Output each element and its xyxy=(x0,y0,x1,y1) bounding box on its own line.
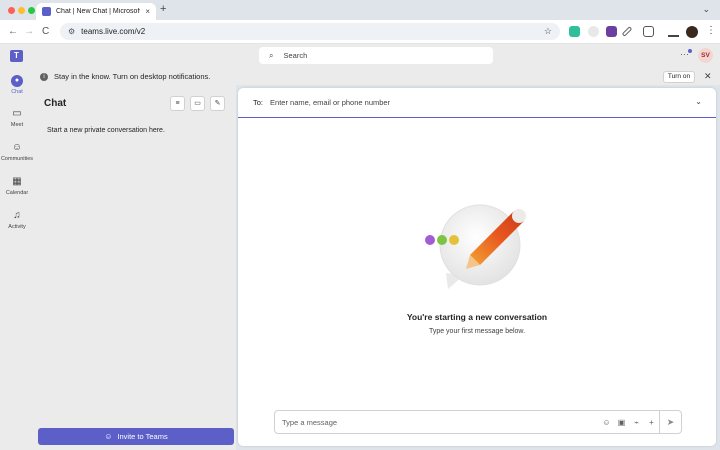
message-input[interactable] xyxy=(282,417,599,427)
meet-now-button[interactable]: ▭ xyxy=(190,96,205,111)
browser-menu-icon[interactable]: ⋮ xyxy=(706,25,716,36)
window-minimize-button[interactable] xyxy=(18,7,25,14)
extension-badge-icon[interactable] xyxy=(606,26,617,37)
conversation-pane: To: ⌄ You're starting a new conversation… xyxy=(238,88,716,446)
dot-green xyxy=(437,235,447,245)
add-icon[interactable]: + xyxy=(644,418,659,427)
new-tab-button[interactable]: + xyxy=(160,3,166,15)
chat-icon: ● xyxy=(11,75,23,87)
download-icon[interactable] xyxy=(668,26,679,37)
address-bar[interactable]: ⚙ teams.live.com/v2 ☆ xyxy=(60,23,560,40)
extensions-puzzle-icon[interactable] xyxy=(643,26,654,37)
new-chat-button[interactable]: ✎ xyxy=(210,96,225,111)
teams-logo-icon: T xyxy=(10,50,23,62)
to-label: To: xyxy=(253,98,264,107)
browser-tab-bar: Chat | New Chat | Microsoft T × + ⌄ xyxy=(0,0,720,20)
bell-icon: ♫ xyxy=(13,210,21,221)
pencil-eraser xyxy=(512,209,526,223)
rail-item-communities[interactable]: ☺ Communities xyxy=(0,142,34,162)
rail-item-activity[interactable]: ♫ Activity xyxy=(0,210,34,230)
dot-purple xyxy=(425,235,435,245)
rail-item-label: Meet xyxy=(10,122,24,128)
attach-icon[interactable]: ⌁ xyxy=(629,418,644,427)
invite-to-teams-button[interactable]: ☺ Invite to Teams xyxy=(38,428,234,445)
rail-item-label: Activity xyxy=(8,224,26,230)
dot-yellow xyxy=(449,235,459,245)
back-button[interactable]: ← xyxy=(8,26,18,37)
send-button[interactable]: ➤ xyxy=(659,411,681,433)
tab-title: Chat | New Chat | Microsoft T xyxy=(56,8,141,15)
filter-button[interactable]: ≡ xyxy=(170,96,185,111)
turn-on-button[interactable]: Turn on xyxy=(663,71,695,83)
empty-conversation-subtext: Type your first message below. xyxy=(428,328,526,335)
empty-state-text: Start a new private conversation here. xyxy=(47,127,165,134)
forward-button[interactable]: → xyxy=(24,26,34,37)
rail-item-label: Communities xyxy=(0,156,34,162)
browser-tab[interactable]: Chat | New Chat | Microsoft T × xyxy=(36,3,156,20)
search-box[interactable]: ⌕ Search xyxy=(259,47,493,64)
notification-banner: i Stay in the know. Turn on desktop noti… xyxy=(34,68,720,85)
rail-item-label: Calendar xyxy=(5,190,29,196)
invite-label: Invite to Teams xyxy=(117,432,168,441)
chat-list-panel: Chat ≡ ▭ ✎ Start a new private conversat… xyxy=(34,85,236,450)
info-icon: i xyxy=(40,72,48,81)
close-icon[interactable]: ✕ xyxy=(704,71,712,82)
url-text: teams.live.com/v2 xyxy=(81,27,146,36)
user-avatar[interactable]: SV xyxy=(698,48,713,63)
window-maximize-button[interactable] xyxy=(28,7,35,14)
tab-search-icon[interactable]: ⌄ xyxy=(702,4,710,15)
banner-message: Stay in the know. Turn on desktop notifi… xyxy=(54,72,211,81)
message-composer: ☺ ▣ ⌁ + ➤ xyxy=(274,410,682,434)
pen-extension-icon[interactable] xyxy=(621,26,633,37)
video-icon: ▭ xyxy=(12,108,22,119)
site-info-icon[interactable]: ⚙ xyxy=(68,27,75,36)
window-close-button[interactable] xyxy=(8,7,15,14)
communities-icon: ☺ xyxy=(11,142,23,153)
calendar-icon: ▦ xyxy=(12,176,22,187)
teams-favicon-icon xyxy=(42,7,51,16)
page-title: Chat xyxy=(44,98,67,109)
browser-profile-avatar[interactable] xyxy=(686,26,698,38)
teams-header: T ⌕ Search ··· SV xyxy=(0,44,720,68)
emoji-icon[interactable]: ☺ xyxy=(599,418,614,427)
add-people-icon: ☺ xyxy=(104,432,113,441)
gif-icon[interactable]: ▣ xyxy=(614,418,629,427)
extension-compass-icon[interactable] xyxy=(588,26,599,37)
browser-toolbar: ← → C ⚙ teams.live.com/v2 ☆ ⋮ xyxy=(0,20,720,44)
search-icon: ⌕ xyxy=(269,50,274,60)
notification-dot xyxy=(688,49,692,53)
rail-item-label: Chat xyxy=(11,89,23,95)
extension-icon[interactable] xyxy=(569,26,580,37)
app-rail: ● Chat ▭ Meet ☺ Communities ▦ Calendar ♫… xyxy=(0,68,34,450)
search-placeholder: Search xyxy=(283,51,308,60)
recipient-input[interactable] xyxy=(270,98,571,107)
bookmark-star-icon[interactable]: ☆ xyxy=(544,26,552,37)
empty-conversation-heading: You're starting a new conversation xyxy=(406,312,548,322)
rail-item-chat[interactable]: ● Chat xyxy=(0,75,34,95)
rail-item-meet[interactable]: ▭ Meet xyxy=(0,108,34,128)
rail-item-calendar[interactable]: ▦ Calendar xyxy=(0,176,34,196)
tab-close-icon[interactable]: × xyxy=(145,7,150,16)
new-conversation-illustration xyxy=(425,204,526,289)
recipient-row: To: ⌄ xyxy=(238,88,716,118)
chevron-down-icon[interactable]: ⌄ xyxy=(695,97,702,106)
reload-button[interactable]: C xyxy=(42,26,49,37)
